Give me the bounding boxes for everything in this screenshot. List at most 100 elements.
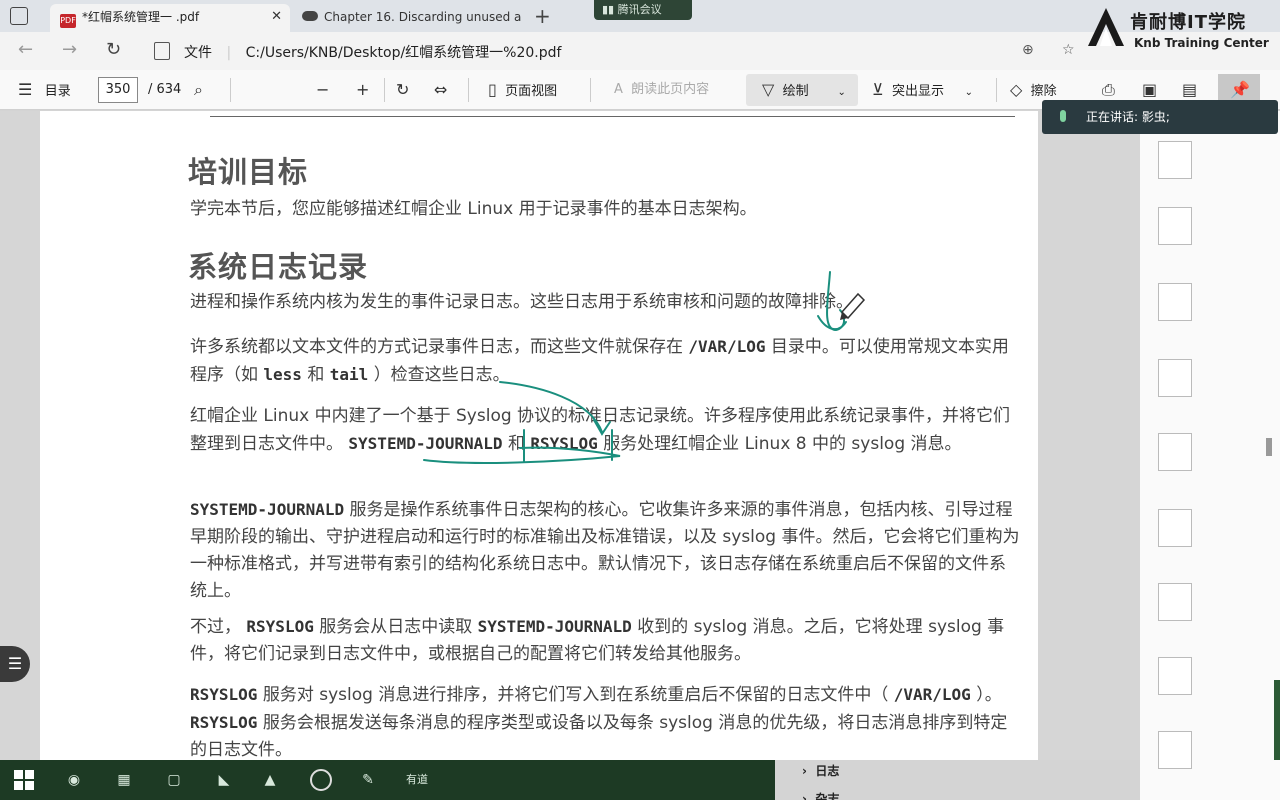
app-window-icon[interactable]: ▢ [162, 768, 186, 792]
search-icon[interactable]: ⌕ [194, 70, 203, 110]
windows-start-icon[interactable] [14, 770, 34, 790]
file-icon [154, 42, 170, 60]
tab-chapter16[interactable]: Chapter 16. Discarding unused a [292, 4, 528, 32]
meeting-badge[interactable]: ▮▮ 腾讯会议 [594, 0, 692, 20]
page-thumbnail[interactable] [1158, 359, 1192, 397]
divider [384, 78, 385, 102]
page-thumbnail[interactable] [1158, 433, 1192, 471]
pen-app-icon[interactable]: ✎ [356, 768, 380, 792]
erase-label: 擦除 [1030, 84, 1057, 99]
list-icon: ☰ [18, 80, 33, 99]
pdf-icon: PDF [60, 14, 76, 28]
outline-label: 杂志 [815, 792, 840, 800]
speaking-indicator: 正在讲话: 影虫; [1042, 100, 1278, 134]
page-rule [210, 116, 1015, 117]
page-thumbnail[interactable] [1158, 731, 1192, 769]
taskbar: ◉ ▦ ▢ ◣ ▲ ✎ 有道 [0, 760, 775, 800]
image-viewer-icon[interactable]: ▲ [258, 768, 282, 792]
code-var-log: /VAR/LOG [688, 337, 766, 356]
window-menu-icon[interactable] [10, 7, 28, 25]
chevron-down-icon[interactable]: ⌄ [838, 87, 846, 98]
divider [468, 78, 469, 102]
tab-title: Chapter 16. Discarding unused a [324, 10, 522, 24]
meeting-label: 腾讯会议 [617, 3, 662, 16]
logo-text-en: Knb Training Center [1134, 36, 1269, 50]
text: ）检查这些日志。 [373, 365, 510, 385]
green-edge-bar [1274, 680, 1280, 760]
text: 服务处理红帽企业 Linux 8 中的 syslog 消息。 [603, 434, 962, 454]
outline-item[interactable]: › 杂志 [802, 790, 839, 800]
code-systemd-journald: SYSTEMD-JOURNALD [190, 500, 345, 519]
tab-pdf[interactable]: PDF *红帽系统管理一 .pdf ✕ [50, 4, 290, 32]
para-1: 进程和操作系统内核为发生的事件记录日志。这些日志用于系统审核和问题的故障排除。 [190, 292, 853, 312]
file-explorer-icon[interactable]: ▦ [112, 768, 136, 792]
url-field[interactable]: 文件 | C:/Users/KNB/Desktop/红帽系统管理一%20.pdf [184, 42, 561, 62]
refresh-button[interactable]: ↻ [106, 40, 121, 60]
rotate-icon[interactable]: ↻ [396, 70, 409, 110]
favorite-icon[interactable]: ☆ [1062, 42, 1075, 58]
code-systemd-journald: SYSTEMD-JOURNALD [477, 617, 632, 636]
divider [230, 78, 231, 102]
back-button[interactable]: ← [18, 40, 33, 60]
highlight-label: 突出显示 [891, 84, 944, 99]
app-icon[interactable]: ◣ [212, 768, 236, 792]
para-5: 不过， RSYSLOG 服务会从日志中读取 SYSTEMD-JOURNALD 收… [190, 613, 1020, 668]
fit-width-icon[interactable]: ⇔ [434, 70, 447, 110]
text: 服务会根据发送每条消息的程序类型或设备以及每条 syslog 消息的优先级，将日… [190, 713, 1008, 760]
list-icon: ☰ [7, 654, 23, 673]
tab-title: *红帽系统管理一 .pdf [82, 10, 200, 24]
file-label: 文件 [184, 45, 212, 61]
page-view-button[interactable]: ▯ 页面视图 [488, 70, 557, 110]
page-view-icon: ▯ [488, 80, 497, 99]
mic-icon [1060, 110, 1066, 122]
heading-training-goal: 培训目标 [188, 155, 309, 189]
brand-logo: 肯耐博IT学院 Knb Training Center [1086, 6, 1276, 62]
page-thumbnail[interactable] [1158, 509, 1192, 547]
logo-mark-icon [1088, 8, 1124, 46]
new-tab-button[interactable]: + [534, 4, 551, 28]
zoom-icon[interactable]: ⊕ [1022, 42, 1034, 58]
highlight-button[interactable]: ⊻ 突出显示 ⌄ [872, 70, 973, 110]
page-total: / 634 [148, 82, 182, 97]
text: 和 [307, 365, 325, 385]
read-aloud-button[interactable]: A 朗读此页内容 [614, 70, 709, 110]
para-3: 红帽企业 Linux 中内建了一个基于 Syslog 协议的标准日志记录统。许多… [190, 403, 1020, 458]
zoom-out-button[interactable]: − [316, 70, 329, 110]
edge-icon[interactable]: ◉ [62, 768, 86, 792]
divider [590, 78, 591, 102]
pen-icon: ▽ [762, 80, 775, 99]
toc-button[interactable]: ☰ 目录 [18, 70, 71, 110]
forward-button[interactable]: → [62, 40, 77, 60]
para-6: RSYSLOG 服务对 syslog 消息进行排序，并将它们写入到在系统重启后不… [190, 681, 1020, 760]
youdao-app[interactable]: 有道 [402, 768, 432, 792]
outline-label: 日志 [815, 764, 840, 778]
eraser-icon: ◇ [1010, 80, 1023, 99]
page-thumbnail[interactable] [1158, 283, 1192, 321]
heading-system-logging: 系统日志记录 [188, 250, 369, 284]
circle-app-icon[interactable] [310, 769, 332, 791]
outline-item[interactable]: › 日志 [802, 762, 839, 779]
page-thumbnail[interactable] [1158, 207, 1192, 245]
page-view-label: 页面视图 [505, 84, 558, 99]
code-rsyslog: RSYSLOG [190, 685, 258, 704]
code-less: less [263, 365, 302, 384]
para-2: 许多系统都以文本文件的方式记录事件日志，而这些文件就保存在 /VAR/LOG 目… [190, 333, 1020, 389]
code-tail: tail [329, 365, 369, 384]
side-panel [1140, 111, 1280, 800]
code-rsyslog: RSYSLOG [530, 434, 598, 453]
scrollbar-thumb[interactable] [1266, 438, 1272, 456]
page-thumbnail[interactable] [1158, 583, 1192, 621]
text: 和 [507, 434, 525, 454]
page-thumbnail[interactable] [1158, 657, 1192, 695]
draw-label: 绘制 [782, 84, 809, 99]
zoom-in-button[interactable]: + [356, 70, 369, 110]
draw-button[interactable]: ▽ 绘制 ⌄ [762, 70, 846, 110]
text: 不过， [190, 617, 241, 637]
chevron-down-icon[interactable]: ⌄ [965, 87, 973, 98]
page-thumbnail[interactable] [1158, 141, 1192, 179]
toc-label: 目录 [44, 84, 71, 99]
page-number-input[interactable]: 350 [98, 77, 138, 103]
code-systemd-journald: SYSTEMD-JOURNALD [348, 434, 503, 453]
text: 许多系统都以文本文件的方式记录事件日志，而这些文件就保存在 [190, 337, 683, 357]
close-tab-icon[interactable]: ✕ [271, 4, 282, 30]
